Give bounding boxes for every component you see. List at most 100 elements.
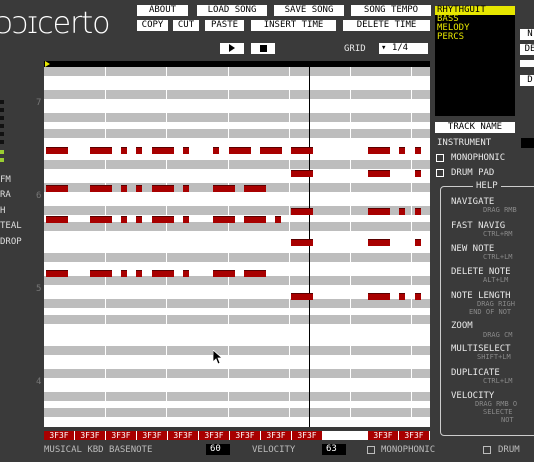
- grid-select[interactable]: ▾ 1/4: [379, 43, 428, 54]
- help-item-title: ZOOM: [451, 321, 473, 331]
- note[interactable]: [399, 147, 405, 154]
- note[interactable]: [121, 216, 127, 223]
- stop-button[interactable]: [251, 43, 275, 54]
- note[interactable]: [46, 185, 68, 192]
- note[interactable]: [368, 293, 390, 300]
- piano-roll[interactable]: [44, 67, 430, 427]
- note[interactable]: [90, 185, 112, 192]
- note[interactable]: [46, 216, 68, 223]
- note[interactable]: [213, 270, 235, 277]
- note[interactable]: [399, 208, 405, 215]
- drum-pad-checkbox[interactable]: [436, 169, 444, 177]
- bottom-monophonic-checkbox[interactable]: [367, 446, 375, 454]
- note[interactable]: [90, 270, 112, 277]
- note[interactable]: [415, 147, 421, 154]
- note[interactable]: [183, 185, 189, 192]
- note[interactable]: [90, 216, 112, 223]
- right-edge-button-de[interactable]: DE: [520, 44, 534, 55]
- note[interactable]: [121, 185, 127, 192]
- note[interactable]: [291, 293, 313, 300]
- left-label-h[interactable]: H: [0, 206, 5, 216]
- note[interactable]: [183, 216, 189, 223]
- basenote-field[interactable]: 60: [206, 444, 230, 455]
- note[interactable]: [136, 270, 142, 277]
- play-button[interactable]: [220, 43, 244, 54]
- note[interactable]: [136, 216, 142, 223]
- note[interactable]: [291, 208, 313, 215]
- note[interactable]: [244, 270, 266, 277]
- about-button[interactable]: ABOUT: [137, 5, 188, 16]
- paste-button[interactable]: PASTE: [205, 20, 244, 31]
- note[interactable]: [244, 185, 266, 192]
- note[interactable]: [399, 293, 405, 300]
- note[interactable]: [275, 216, 281, 223]
- note[interactable]: [368, 208, 390, 215]
- velocity-cell[interactable]: 3F3F: [137, 431, 167, 440]
- help-item-sub: SHIFT+LM: [477, 353, 511, 361]
- velocity-cell[interactable]: 3F3F: [199, 431, 229, 440]
- note[interactable]: [244, 216, 266, 223]
- velocity-cell[interactable]: 3F3F: [106, 431, 136, 440]
- bottom-drum-checkbox[interactable]: [483, 446, 491, 454]
- note[interactable]: [121, 270, 127, 277]
- note[interactable]: [213, 185, 235, 192]
- load-song-button[interactable]: LOAD SONG: [197, 5, 267, 16]
- note[interactable]: [415, 170, 421, 177]
- right-edge-button-n[interactable]: N: [520, 29, 534, 40]
- note[interactable]: [183, 270, 189, 277]
- right-edge-box[interactable]: [520, 60, 534, 67]
- left-label-fm[interactable]: FM: [0, 175, 11, 185]
- note[interactable]: [415, 293, 421, 300]
- note[interactable]: [121, 147, 127, 154]
- velocity-cell[interactable]: 3F3F: [168, 431, 198, 440]
- left-label-drop[interactable]: DROP: [0, 237, 22, 247]
- velocity-field[interactable]: 63: [322, 444, 346, 455]
- note[interactable]: [136, 147, 142, 154]
- velocity-ruler[interactable]: 3F3F 3F3F 3F3F 3F3F 3F3F 3F3F 3F3F 3F3F …: [44, 431, 430, 440]
- instrument-field[interactable]: [521, 138, 534, 148]
- note[interactable]: [415, 208, 421, 215]
- note[interactable]: [136, 185, 142, 192]
- note[interactable]: [213, 216, 235, 223]
- velocity-cell[interactable]: 3F3F: [44, 431, 74, 440]
- note[interactable]: [291, 170, 313, 177]
- note[interactable]: [368, 239, 390, 246]
- note[interactable]: [213, 147, 219, 154]
- note[interactable]: [260, 147, 282, 154]
- track-item[interactable]: PERCS: [435, 33, 515, 42]
- velocity-cell[interactable]: 3F3F: [368, 431, 398, 440]
- note[interactable]: [291, 239, 313, 246]
- velocity-cell[interactable]: 3F3F: [261, 431, 291, 440]
- song-tempo-button[interactable]: SONG TEMPO: [351, 5, 431, 16]
- note[interactable]: [152, 185, 174, 192]
- monophonic-checkbox[interactable]: [436, 154, 444, 162]
- note[interactable]: [415, 239, 421, 246]
- left-label-ra[interactable]: RA: [0, 190, 11, 200]
- left-label-teal[interactable]: TEAL: [0, 221, 22, 231]
- note[interactable]: [368, 147, 390, 154]
- note[interactable]: [46, 270, 68, 277]
- note[interactable]: [152, 147, 174, 154]
- insert-time-button[interactable]: INSERT TIME: [251, 20, 336, 31]
- save-song-button[interactable]: SAVE SONG: [274, 5, 344, 16]
- velocity-cell[interactable]: 3F3F: [230, 431, 260, 440]
- velocity-cell[interactable]: 3F3F: [75, 431, 105, 440]
- velocity-cell[interactable]: 3F3F: [399, 431, 429, 440]
- copy-button[interactable]: COPY: [137, 20, 168, 31]
- track-list[interactable]: RHYTHGUIT BASS MELODY PERCS: [435, 6, 515, 116]
- note[interactable]: [90, 147, 112, 154]
- note[interactable]: [152, 270, 174, 277]
- note[interactable]: [183, 147, 189, 154]
- delete-time-button[interactable]: DELETE TIME: [343, 20, 430, 31]
- note[interactable]: [368, 170, 390, 177]
- note[interactable]: [46, 147, 68, 154]
- note[interactable]: [229, 147, 251, 154]
- velocity-cell[interactable]: 3F3F: [292, 431, 322, 440]
- cut-button[interactable]: CUT: [173, 20, 199, 31]
- note[interactable]: [152, 216, 174, 223]
- right-edge-button-d[interactable]: D: [520, 75, 534, 86]
- help-item-sub: DRAG RIGH: [477, 300, 515, 308]
- track-name-button[interactable]: TRACK NAME: [435, 122, 515, 133]
- help-item-sub: CTRL+RM: [483, 230, 513, 238]
- note[interactable]: [291, 147, 313, 154]
